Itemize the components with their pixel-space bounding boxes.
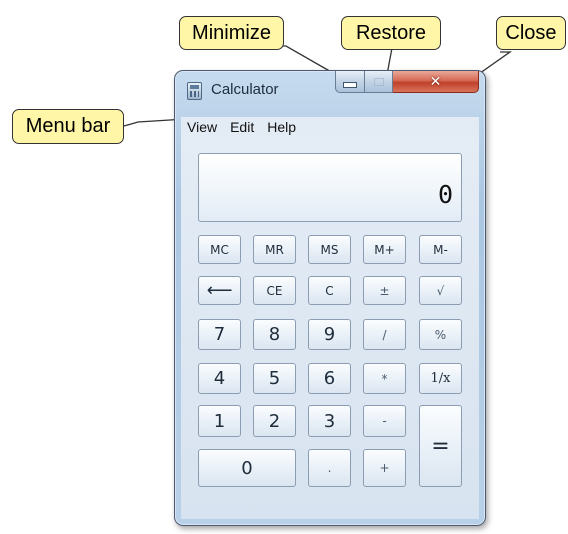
menu-view[interactable]: View — [181, 119, 224, 135]
display-value: 0 — [437, 180, 453, 209]
minimize-icon — [343, 81, 357, 88]
callout-menu-bar: Menu bar — [12, 109, 124, 144]
key-6[interactable]: 6 — [308, 363, 351, 394]
calculator-window: Calculator ✕ View Edit Help 0 MC MR MS M… — [174, 70, 486, 526]
key-negate[interactable]: ± — [363, 276, 406, 305]
minimize-button[interactable] — [335, 71, 365, 93]
key-subtract[interactable]: - — [363, 405, 406, 437]
close-icon: ✕ — [429, 73, 442, 90]
key-9[interactable]: 9 — [308, 319, 351, 350]
key-8[interactable]: 8 — [253, 319, 296, 350]
key-m-plus[interactable]: M+ — [363, 235, 406, 264]
key-2[interactable]: 2 — [253, 405, 296, 437]
restore-icon — [373, 77, 384, 86]
menu-help[interactable]: Help — [261, 119, 303, 135]
key-7[interactable]: 7 — [198, 319, 241, 350]
key-5[interactable]: 5 — [253, 363, 296, 394]
key-sqrt[interactable]: √ — [419, 276, 462, 305]
calculator-body: 0 MC MR MS M+ M- ⟵ CE C ± √ 7 8 9 / % 4 … — [181, 137, 479, 519]
window-title: Calculator — [211, 81, 279, 98]
key-multiply[interactable]: * — [363, 363, 406, 394]
key-m-minus[interactable]: M- — [419, 235, 462, 264]
key-4[interactable]: 4 — [198, 363, 241, 394]
key-add[interactable]: + — [363, 449, 406, 487]
title-bar[interactable]: Calculator ✕ — [175, 71, 485, 109]
calculator-icon — [187, 82, 202, 100]
close-button[interactable]: ✕ — [393, 71, 479, 93]
menu-edit[interactable]: Edit — [224, 119, 261, 135]
key-decimal[interactable]: . — [308, 449, 351, 487]
key-1[interactable]: 1 — [198, 405, 241, 437]
key-equals[interactable]: = — [419, 405, 462, 487]
callout-restore: Restore — [341, 16, 441, 50]
restore-button[interactable] — [365, 71, 393, 93]
menu-bar: View Edit Help — [181, 117, 479, 137]
callout-close: Close — [496, 16, 566, 50]
key-backspace[interactable]: ⟵ — [198, 276, 241, 305]
key-divide[interactable]: / — [363, 319, 406, 350]
key-ms[interactable]: MS — [308, 235, 351, 264]
key-0[interactable]: 0 — [198, 449, 296, 487]
callout-minimize: Minimize — [179, 16, 284, 50]
key-reciprocal[interactable]: 1/x — [419, 363, 462, 394]
display: 0 — [198, 153, 462, 222]
key-c[interactable]: C — [308, 276, 351, 305]
key-mr[interactable]: MR — [253, 235, 296, 264]
key-3[interactable]: 3 — [308, 405, 351, 437]
key-mc[interactable]: MC — [198, 235, 241, 264]
key-ce[interactable]: CE — [253, 276, 296, 305]
key-percent[interactable]: % — [419, 319, 462, 350]
